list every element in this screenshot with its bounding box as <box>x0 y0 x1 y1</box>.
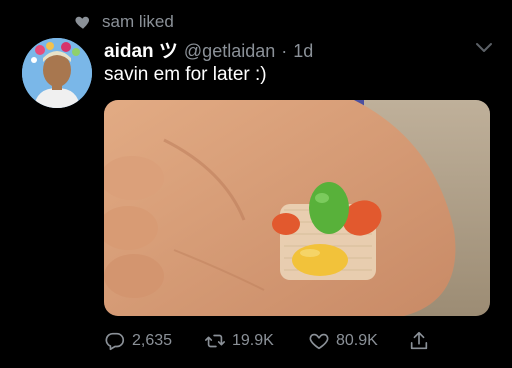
retweet-count: 19.9K <box>232 332 274 349</box>
reply-count: 2,635 <box>132 332 173 349</box>
display-name[interactable]: aidan ツ <box>104 36 178 63</box>
share-button[interactable] <box>408 328 430 354</box>
liked-by-label: sam liked <box>102 12 174 31</box>
timestamp[interactable]: 1d <box>293 41 313 62</box>
heart-icon <box>74 13 92 31</box>
like-count: 80.9K <box>336 332 378 349</box>
separator-dot: · <box>281 41 288 61</box>
avatar[interactable] <box>22 38 92 108</box>
tweet-header: aidan ツ @getlaidan · 1d <box>104 36 313 63</box>
tweet-media[interactable] <box>104 100 490 316</box>
user-handle[interactable]: @getlaidan <box>184 41 275 62</box>
reply-icon <box>104 330 126 352</box>
like-button[interactable]: 80.9K <box>308 328 378 354</box>
heart-outline-icon <box>308 330 330 352</box>
retweet-button[interactable]: 19.9K <box>204 328 274 354</box>
social-context: sam liked <box>74 12 174 32</box>
share-icon <box>408 330 430 352</box>
chevron-down-icon[interactable] <box>474 40 494 56</box>
retweet-icon <box>204 330 226 352</box>
tweet-text: savin em for later :) <box>104 64 267 85</box>
reply-button[interactable]: 2,635 <box>104 328 172 354</box>
tweet-actions: 2,635 19.9K 80.9K <box>104 328 490 354</box>
